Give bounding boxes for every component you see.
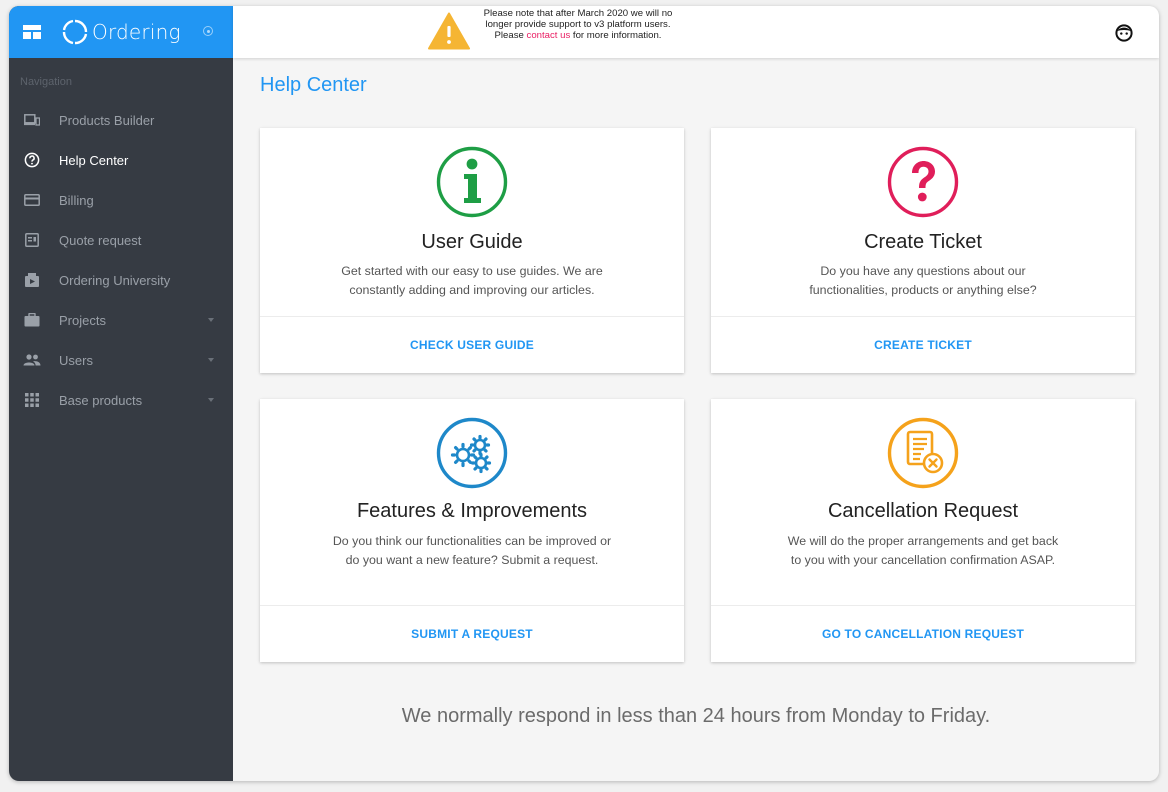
sidebar-item-products-builder[interactable]: Products Builder [9,100,233,140]
contact-us-link[interactable]: contact us [527,30,571,41]
card-divider [260,605,684,606]
card-description: We will do the proper arrangements and g… [787,534,1059,567]
card-title: Features & Improvements [356,500,588,522]
notice-text: Please note that after March 2020 we wil… [478,8,678,41]
main-content: Help Center User Guide Get started with … [233,58,1159,781]
card-description: Do you have any questions about our func… [809,264,1037,297]
sidebar-item-help-center[interactable]: Help Center [9,140,233,180]
user-face-icon[interactable] [1115,24,1133,42]
notice-text-after: for more information. [570,30,662,41]
dashboard-menu-icon[interactable] [21,21,43,43]
sidebar-item-label: Products Builder [59,112,155,128]
people-icon [23,351,41,369]
page-title: Help Center [260,74,367,96]
sidebar-item-users[interactable]: Users [9,340,233,380]
nav-heading: Navigation [20,76,72,88]
check-user-guide-button[interactable]: CHECK USER GUIDE [260,338,684,352]
sidebar-item-label: Base products [59,392,143,408]
cancel-document-icon [887,417,959,489]
submit-request-button[interactable]: SUBMIT A REQUEST [260,627,684,641]
create-ticket-button[interactable]: CREATE TICKET [711,338,1135,352]
card-title: Cancellation Request [827,500,1019,522]
go-to-cancellation-request-button[interactable]: GO TO CANCELLATION REQUEST [711,627,1135,641]
user-guide-card: User Guide Get started with our easy to … [260,128,684,373]
briefcase-icon [23,311,41,329]
card-divider [711,605,1135,606]
sidebar-item-label: Billing [59,192,94,208]
card-title: Create Ticket [864,231,982,253]
chevron-down-icon [208,398,214,402]
help-circle-icon [23,151,41,169]
app-window: Ordering Navigation Products Builder Hel… [9,6,1159,781]
card-description: Get started with our easy to use guides.… [341,264,603,297]
sidebar-item-label: Help Center [59,152,129,168]
devices-icon [23,111,41,129]
card-description: Do you think our functionalities can be … [332,534,612,567]
gears-icon [436,417,508,489]
warning-icon [428,12,470,50]
sidebar-item-projects[interactable]: Projects [9,300,233,340]
quote-doc-icon [23,231,41,249]
sidebar-item-label: Quote request [59,232,142,248]
university-icon [23,271,41,289]
ordering-logo-icon [62,19,88,45]
info-icon [436,146,508,218]
cancellation-request-card: Cancellation Request We will do the prop… [711,399,1135,662]
question-icon [887,146,959,218]
radio-dot-icon[interactable] [203,26,213,36]
sidebar-item-quote-request[interactable]: Quote request [9,220,233,260]
sidebar-item-ordering-university[interactable]: Ordering University [9,260,233,300]
response-time-note: We normally respond in less than 24 hour… [401,705,991,727]
brand-name: Ordering [92,20,181,44]
sidebar: Ordering Navigation Products Builder Hel… [9,6,233,781]
sidebar-item-label: Projects [59,312,106,328]
sidebar-item-billing[interactable]: Billing [9,180,233,220]
chevron-down-icon [208,358,214,362]
grid-icon [23,391,41,409]
sidebar-item-label: Ordering University [59,272,171,288]
support-notice: Please note that after March 2020 we wil… [428,6,728,58]
sidebar-item-base-products[interactable]: Base products [9,380,233,420]
brand-bar: Ordering [9,6,233,58]
features-improvements-card: Features & Improvements Do you think our… [260,399,684,662]
create-ticket-card: Create Ticket Do you have any questions … [711,128,1135,373]
sidebar-item-label: Users [59,352,93,368]
credit-card-icon [23,191,41,209]
card-divider [260,316,684,317]
card-title: User Guide [421,231,523,253]
card-divider [711,316,1135,317]
top-bar: Please note that after March 2020 we wil… [233,6,1159,58]
chevron-down-icon [208,318,214,322]
